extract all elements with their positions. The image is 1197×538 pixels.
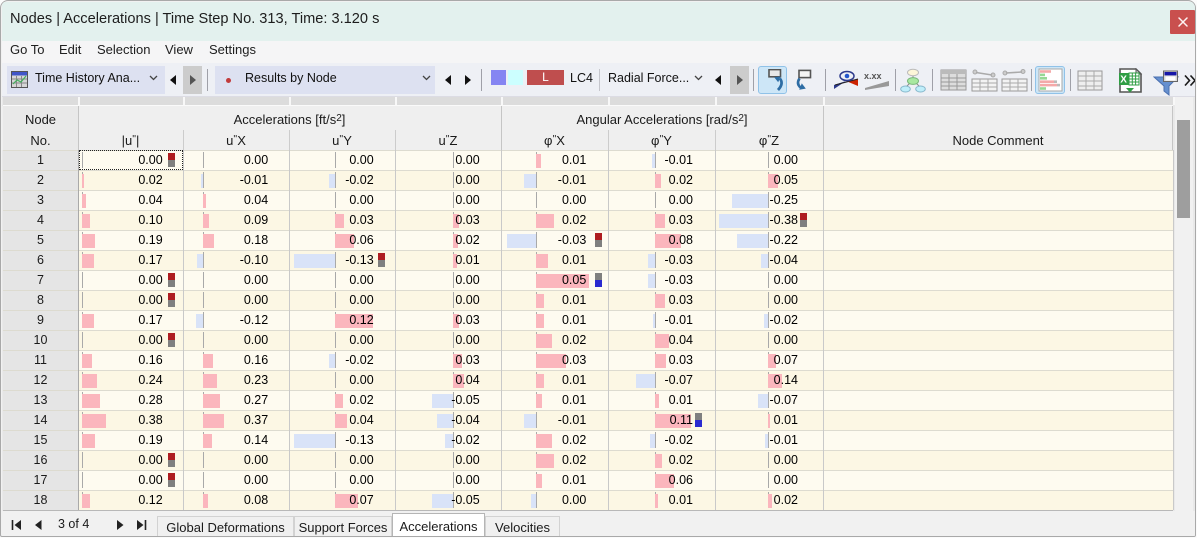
svg-text:X: X (1120, 75, 1127, 86)
svg-text:x.xx: x.xx (864, 71, 882, 81)
